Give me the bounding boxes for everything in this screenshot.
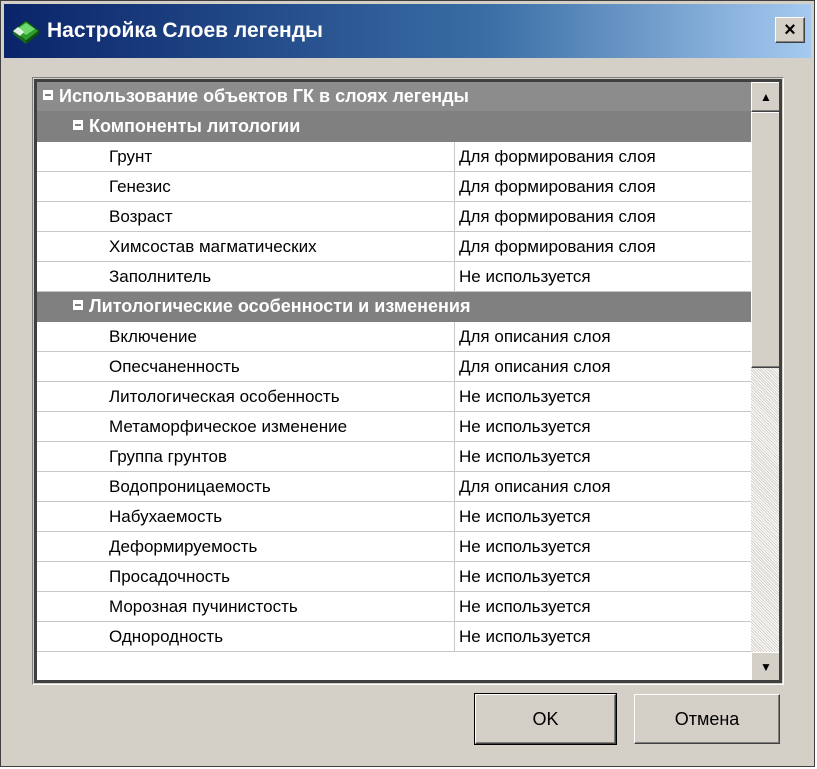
category-row-root[interactable]: Использование объектов ГК в слоях легенд… [37, 82, 751, 112]
property-name: Генезис [109, 177, 171, 196]
property-name: Возраст [109, 207, 173, 226]
property-row[interactable]: Включение Для описания слоя [37, 322, 751, 352]
property-grid-frame: Использование объектов ГК в слоях легенд… [34, 79, 782, 683]
scroll-up-button[interactable]: ▲ [751, 82, 779, 112]
property-value[interactable]: Не используется [454, 592, 751, 621]
close-button[interactable]: × [775, 17, 805, 43]
property-value[interactable]: Не используется [454, 532, 751, 561]
property-grid-panel: Использование объектов ГК в слоях легенд… [32, 77, 784, 685]
scroll-thumb[interactable] [751, 112, 779, 368]
vertical-scrollbar[interactable]: ▲ ▼ [751, 82, 779, 680]
property-value[interactable]: Не используется [454, 382, 751, 411]
category-label: Литологические особенности и изменения [89, 296, 471, 316]
property-row[interactable]: Грунт Для формирования слоя [37, 142, 751, 172]
property-name: Включение [109, 327, 197, 346]
property-row[interactable]: Просадочность Не используется [37, 562, 751, 592]
property-name: Деформируемость [109, 537, 258, 556]
title-bar[interactable]: Настройка Слоев легенды × [4, 4, 811, 58]
property-value[interactable]: Не используется [454, 502, 751, 531]
collapse-icon[interactable] [73, 300, 83, 310]
property-value[interactable]: Не используется [454, 562, 751, 591]
property-name: Метаморфическое изменение [109, 417, 348, 436]
property-value[interactable]: Для формирования слоя [454, 172, 751, 201]
category-label: Компоненты литологии [89, 116, 301, 136]
dialog-window: Настройка Слоев легенды × Использование … [0, 0, 815, 767]
property-name: Набухаемость [109, 507, 223, 526]
property-name: Водопроницаемость [109, 477, 271, 496]
property-name: Химсостав магматических [109, 237, 317, 256]
property-name: Заполнитель [109, 267, 212, 286]
category-row-group[interactable]: Литологические особенности и изменения [37, 292, 751, 322]
window-title: Настройка Слоев легенды [47, 19, 323, 42]
property-value[interactable]: Для формирования слоя [454, 142, 751, 171]
property-row[interactable]: Генезис Для формирования слоя [37, 172, 751, 202]
property-grid[interactable]: Использование объектов ГК в слоях легенд… [37, 82, 751, 680]
property-row[interactable]: Литологическая особенность Не используетс… [37, 382, 751, 412]
property-value[interactable]: Для описания слоя [454, 472, 751, 501]
property-row[interactable]: Группа грунтов Не используется [37, 442, 751, 472]
property-row[interactable]: Заполнитель Не используется [37, 262, 751, 292]
property-row[interactable]: Набухаемость Не используется [37, 502, 751, 532]
cancel-button[interactable]: Отмена [634, 694, 780, 744]
property-value[interactable]: Для формирования слоя [454, 232, 751, 261]
property-name: Грунт [109, 147, 153, 166]
category-row-group[interactable]: Компоненты литологии [37, 112, 751, 142]
property-value[interactable]: Для описания слоя [454, 322, 751, 351]
collapse-icon[interactable] [73, 120, 83, 130]
scroll-up-arrow-icon: ▲ [760, 90, 772, 104]
property-name: Просадочность [109, 567, 230, 586]
property-row[interactable]: Опесчаненность Для описания слоя [37, 352, 751, 382]
property-name: Опесчаненность [109, 357, 240, 376]
property-value[interactable]: Для описания слоя [454, 352, 751, 381]
property-row[interactable]: Однородность Не используется [37, 622, 751, 652]
ok-button[interactable]: OK [474, 693, 617, 745]
property-name: Морозная пучинистость [109, 597, 298, 616]
property-row[interactable]: Химсостав магматических Для формирования … [37, 232, 751, 262]
property-row[interactable]: Метаморфическое изменение Не используется [37, 412, 751, 442]
property-value[interactable]: Для формирования слоя [454, 202, 751, 231]
property-row[interactable]: Морозная пучинистость Не используется [37, 592, 751, 622]
property-value[interactable]: Не используется [454, 442, 751, 471]
property-name: Однородность [109, 627, 224, 646]
category-label: Использование объектов ГК в слоях легенд… [59, 86, 469, 106]
property-row[interactable]: Деформируемость Не используется [37, 532, 751, 562]
property-row[interactable]: Возраст Для формирования слоя [37, 202, 751, 232]
property-value[interactable]: Не используется [454, 412, 751, 441]
property-value[interactable]: Не используется [454, 622, 751, 651]
collapse-icon[interactable] [43, 90, 53, 100]
scroll-down-button[interactable]: ▼ [751, 652, 779, 680]
property-value[interactable]: Не используется [454, 262, 751, 291]
property-name: Литологическая особенность [109, 387, 340, 406]
property-name: Группа грунтов [109, 447, 228, 466]
layers-icon [12, 20, 40, 44]
close-icon: × [784, 19, 796, 41]
property-row[interactable]: Водопроницаемость Для описания слоя [37, 472, 751, 502]
scroll-down-arrow-icon: ▼ [760, 660, 772, 674]
